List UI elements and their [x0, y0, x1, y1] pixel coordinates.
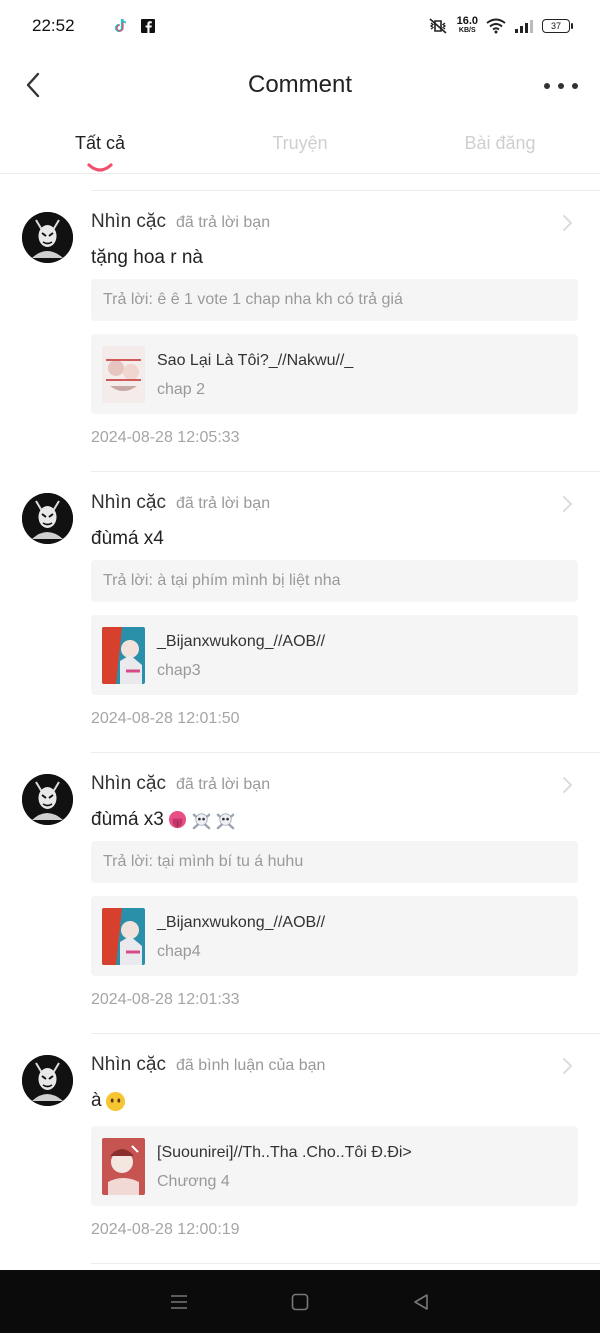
back-button[interactable]	[18, 68, 48, 102]
comment-header: Nhìn cặc đã bình luận của bạn	[91, 1054, 325, 1076]
chevron-right-icon[interactable]	[560, 213, 574, 233]
comment-item[interactable]: Nhìn cặc đã bình luận của bạn à [Suounir…	[0, 1034, 600, 1270]
action-label: đã bình luận của bạn	[175, 1057, 326, 1074]
tongue-emoji-icon	[168, 810, 186, 828]
skull-crossbones-emoji-icon	[216, 812, 235, 829]
avatar[interactable]	[22, 1055, 73, 1106]
story-card[interactable]: [Suounirei]//Th..Tha .Cho..Tôi Đ.Đi> Chư…	[91, 1126, 578, 1206]
comment-text: đùmá x3	[91, 809, 236, 831]
story-card[interactable]: _Bijanxwukong_//AOB// chap3	[91, 615, 578, 695]
username[interactable]: Nhìn cặc	[91, 773, 166, 795]
battery-icon: 37	[542, 19, 573, 33]
status-app-icons	[112, 17, 156, 35]
comment-item[interactable]: Nhìn cặc đã trả lời bạn đùmá x3 Trả lời:…	[0, 753, 600, 1034]
skull-crossbones-emoji-icon	[192, 812, 211, 829]
menu-lines-icon	[170, 1294, 187, 1309]
status-time: 22:52	[32, 16, 75, 35]
story-title: _Bijanxwukong_//AOB//	[157, 914, 326, 931]
chevron-left-icon	[26, 72, 40, 98]
comment-header: Nhìn cặc đã trả lời bạn	[91, 492, 270, 514]
timestamp: 2024-08-28 12:01:50	[91, 710, 240, 727]
tab-posts[interactable]: Bài đăng	[400, 118, 600, 173]
story-chapter: chap4	[157, 943, 201, 960]
chevron-right-icon[interactable]	[560, 775, 574, 795]
active-tab-indicator	[87, 163, 113, 172]
username[interactable]: Nhìn cặc	[91, 211, 166, 233]
divider	[91, 1263, 600, 1264]
story-chapter: chap 2	[157, 381, 206, 398]
comment-list[interactable]: Nhìn cặc đã trả lời bạn tặng hoa r nà Tr…	[0, 174, 600, 1270]
status-indicators: 16.0 KB/S 37	[427, 15, 573, 35]
tab-all[interactable]: Tất cả	[0, 118, 200, 173]
timestamp: 2024-08-28 12:01:33	[91, 991, 240, 1008]
story-cover-image	[102, 346, 145, 403]
comment-item[interactable]: Nhìn cặc đã trả lời bạn tặng hoa r nà Tr…	[0, 191, 600, 472]
user-avatar-icon	[22, 212, 73, 263]
story-title: Sao Lại Là Tôi?_//Nakwu//_	[157, 352, 354, 369]
story-card[interactable]: Sao Lại Là Tôi?_//Nakwu//_ chap 2	[91, 334, 578, 414]
system-nav-bar	[0, 1270, 600, 1333]
comment-text: đùmá x4	[91, 528, 164, 549]
user-avatar-icon	[22, 493, 73, 544]
story-title: _Bijanxwukong_//AOB//	[157, 633, 326, 650]
username[interactable]: Nhìn cặc	[91, 1054, 166, 1076]
story-chapter: Chương 4	[157, 1173, 230, 1190]
story-cover-image	[102, 1138, 145, 1195]
reply-quote: Trả lời: ê ê 1 vote 1 chap nha kh có trả…	[91, 279, 578, 321]
status-bar: 22:52 16.0 KB/S 37	[0, 0, 600, 52]
reply-quote: Trả lời: tại mình bí tu á huhu	[91, 841, 578, 883]
comment-item[interactable]: Nhìn cặc đã trả lời bạn đùmá x4 Trả lời:…	[0, 472, 600, 753]
tiktok-icon	[114, 18, 127, 33]
story-card[interactable]: _Bijanxwukong_//AOB// chap4	[91, 896, 578, 976]
comment-text: tặng hoa r nà	[91, 247, 203, 268]
story-chapter: chap3	[157, 662, 201, 679]
story-title: [Suounirei]//Th..Tha .Cho..Tôi Đ.Đi>	[157, 1144, 412, 1161]
chevron-right-icon[interactable]	[560, 1056, 574, 1076]
wifi-icon	[486, 18, 506, 34]
timestamp: 2024-08-28 12:00:19	[91, 1221, 240, 1238]
story-cover-image	[102, 627, 145, 684]
app-header: Comment	[0, 52, 600, 118]
network-speed: 16.0 KB/S	[456, 15, 478, 35]
back-triangle-icon	[414, 1293, 429, 1310]
signal-icon	[515, 20, 533, 33]
timestamp: 2024-08-28 12:05:33	[91, 429, 240, 446]
tab-stories[interactable]: Truyện	[200, 118, 400, 173]
action-label: đã trả lời bạn	[175, 495, 271, 512]
home-square-icon	[291, 1293, 309, 1310]
facebook-icon	[141, 19, 155, 33]
user-avatar-icon	[22, 774, 73, 825]
username[interactable]: Nhìn cặc	[91, 492, 166, 514]
avatar[interactable]	[22, 212, 73, 263]
avatar[interactable]	[22, 774, 73, 825]
comment-text: à	[91, 1090, 126, 1112]
recent-apps-button[interactable]	[159, 1282, 199, 1322]
page-title: Comment	[247, 71, 353, 98]
home-button[interactable]	[280, 1282, 320, 1322]
mute-vibrate-icon	[429, 18, 447, 34]
tab-bar: Tất cả Truyện Bài đăng	[0, 118, 600, 174]
action-label: đã trả lời bạn	[175, 776, 271, 793]
reply-quote: Trả lời: à tại phím mình bị liệt nha	[91, 560, 578, 602]
story-cover-image	[102, 908, 145, 965]
avatar[interactable]	[22, 493, 73, 544]
more-dots-icon	[544, 83, 550, 89]
comment-header: Nhìn cặc đã trả lời bạn	[91, 211, 270, 233]
comment-header: Nhìn cặc đã trả lời bạn	[91, 773, 270, 795]
system-back-button[interactable]	[401, 1282, 441, 1322]
chevron-right-icon[interactable]	[560, 494, 574, 514]
user-avatar-icon	[22, 1055, 73, 1106]
no-mouth-emoji-icon	[105, 1091, 125, 1111]
action-label: đã trả lời bạn	[175, 214, 271, 231]
more-options-button[interactable]	[544, 74, 578, 98]
